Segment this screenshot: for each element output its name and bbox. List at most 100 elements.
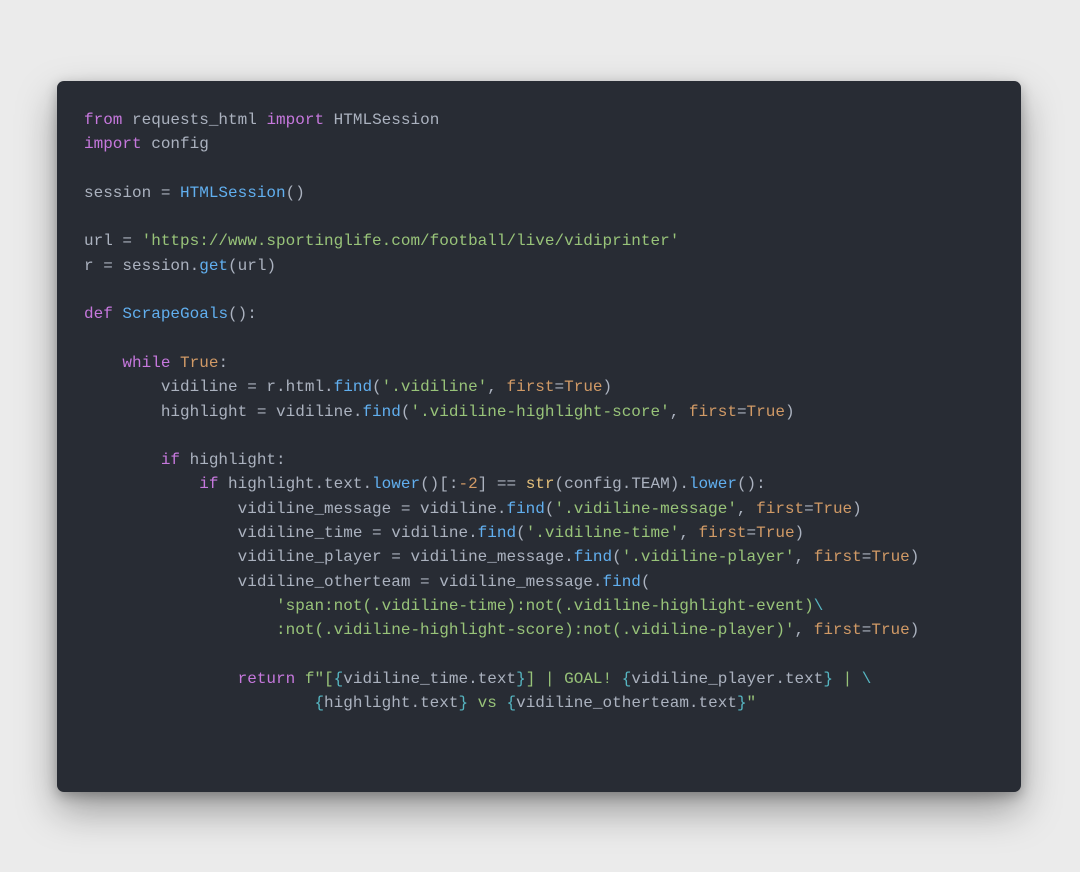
code-text: ) [910,548,920,566]
string-literal: :not(.vidiline-highlight-score):not(.vid… [84,621,795,639]
code-text: vidiline_player.text [631,670,823,688]
code-text: , [487,378,506,396]
code-text: (url) [228,257,276,275]
code-text: = [804,500,814,518]
call: find [574,548,612,566]
code-text: vidiline_otherteam.text [516,694,737,712]
keyword: import [266,111,324,129]
code-block: from requests_html import HTMLSession im… [84,108,1021,715]
code-text: highlight.text. [218,475,372,493]
keyword: import [84,135,142,153]
code-text: = [862,621,872,639]
kwarg: first [506,378,554,396]
call: find [478,524,516,542]
code-text: ] == [478,475,526,493]
f-brace: { [622,670,632,688]
code-text: r = session. [84,257,199,275]
constant: True [756,524,794,542]
string-literal: 'span:not(.vidiline-time):not(.vidiline-… [276,597,814,615]
code-text: ) [785,403,795,421]
module-name: requests_html [132,111,257,129]
call: lower [372,475,420,493]
builtin: str [526,475,555,493]
call: find [334,378,372,396]
module-name: config [151,135,209,153]
code-text: highlight: [180,451,286,469]
string-literal: 'https://www.sportinglife.com/football/l… [142,232,680,250]
call: find [506,500,544,518]
code-text: () [286,184,305,202]
string-literal: " [747,694,757,712]
call: get [199,257,228,275]
code-text: , [670,403,689,421]
class-name: HTMLSession [334,111,440,129]
code-text: ( [516,524,526,542]
kwarg: first [689,403,737,421]
code-text: (): [228,305,257,323]
code-text: ( [612,548,622,566]
call: find [602,573,640,591]
code-text: = [862,548,872,566]
code-text: vidiline = r.html. [84,378,334,396]
code-text: vidiline_player = vidiline_message. [84,548,574,566]
kwarg: first [814,548,862,566]
code-text: ) [910,621,920,639]
kwarg: first [756,500,804,518]
string-literal: '.vidiline-player' [622,548,795,566]
code-text: (config.TEAM). [555,475,689,493]
constant: True [871,621,909,639]
string-literal: '.vidiline' [382,378,488,396]
keyword: if [199,475,218,493]
string-literal: '.vidiline-time' [526,524,680,542]
code-text: highlight = vidiline. [84,403,362,421]
f-brace: { [334,670,344,688]
f-brace: } [823,670,833,688]
call: HTMLSession [180,184,286,202]
code-text: ) [795,524,805,542]
string-literal: " [314,670,324,688]
code-text: = [737,403,747,421]
string-literal: '.vidiline-message' [554,500,736,518]
kwarg: first [814,621,862,639]
f-brace: } [737,694,747,712]
constant: True [871,548,909,566]
string-literal: '.vidiline-highlight-score' [410,403,669,421]
constant: True [180,354,218,372]
string-literal: ] | GOAL! [526,670,622,688]
code-text: ) [852,500,862,518]
escape-char: \ [862,670,872,688]
code-text: ( [372,378,382,396]
kwarg: first [699,524,747,542]
code-text: session = [84,184,180,202]
code-text: , [679,524,698,542]
string-literal: | [833,670,862,688]
call: find [362,403,400,421]
string-literal: [ [324,670,334,688]
code-text: vidiline_message = vidiline. [84,500,506,518]
f-brace: { [506,694,516,712]
code-text: , [795,548,814,566]
code-text: = [555,378,565,396]
code-text: ( [641,573,651,591]
number: -2 [458,475,477,493]
f-brace: } [458,694,468,712]
code-text: vidiline_time = vidiline. [84,524,478,542]
constant: True [747,403,785,421]
keyword: if [161,451,180,469]
string-literal: f [295,670,314,688]
function-name: ScrapeGoals [122,305,228,323]
keyword: from [84,111,122,129]
code-text: = [747,524,757,542]
keyword: return [238,670,296,688]
constant: True [564,378,602,396]
code-text: : [218,354,228,372]
string-literal [84,694,314,712]
call: lower [689,475,737,493]
f-brace: { [314,694,324,712]
keyword: while [122,354,170,372]
code-card: from requests_html import HTMLSession im… [57,81,1021,792]
code-text: ()[: [420,475,458,493]
code-text: (): [737,475,766,493]
code-text: url = [84,232,142,250]
code-text: highlight.text [324,694,458,712]
